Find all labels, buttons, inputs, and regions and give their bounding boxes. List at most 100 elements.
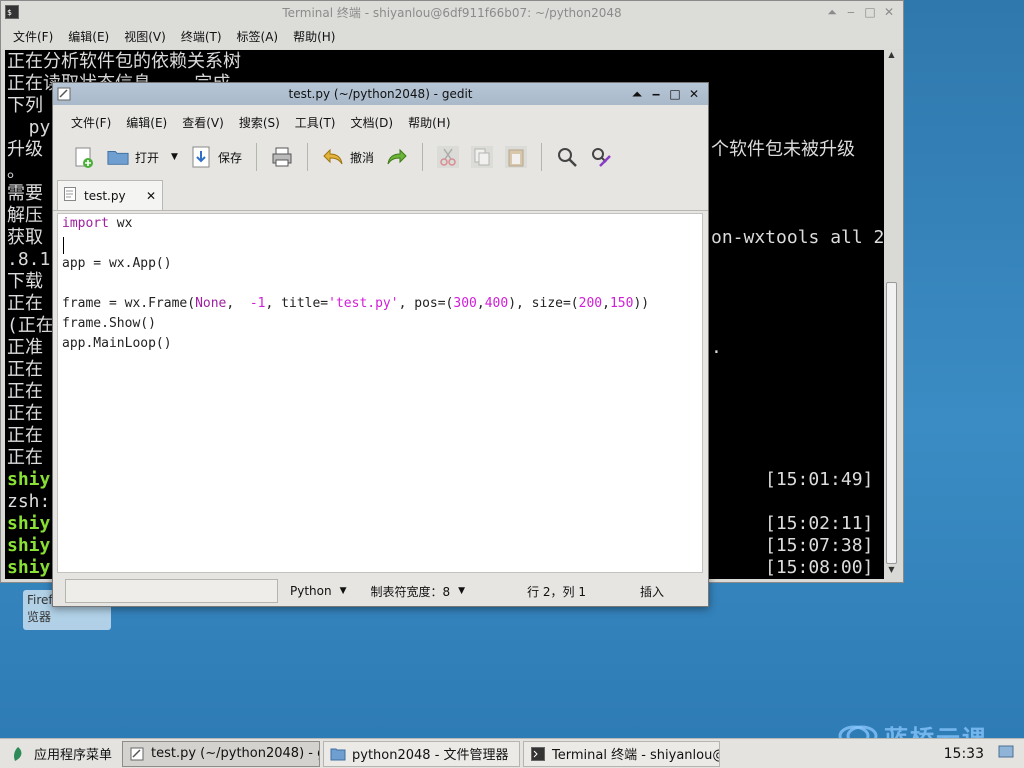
redo-icon (386, 146, 408, 168)
shade-icon[interactable]: ⏶ (824, 4, 840, 20)
open-button-label: 打开 (135, 150, 160, 165)
terminal-menu-file[interactable]: 文件(F) (13, 28, 53, 45)
gedit-menu-view[interactable]: 查看(V) (182, 114, 224, 131)
maximize-icon[interactable]: □ (667, 86, 683, 102)
system-tray: 15:33 (944, 744, 1024, 764)
minimize-icon[interactable]: ‒ (843, 4, 859, 20)
close-icon[interactable]: ✕ (881, 4, 897, 20)
scroll-up-icon[interactable]: ▲ (884, 50, 899, 64)
tab-label: test.py (84, 188, 126, 203)
copy-button[interactable] (465, 140, 499, 174)
applications-menu-button[interactable]: 应用程序菜单 (0, 744, 122, 763)
copy-icon (470, 146, 493, 168)
terminal-line: 获取 (7, 227, 43, 248)
open-recent-dropdown[interactable]: ▼ (165, 140, 184, 174)
leaf-icon (10, 746, 26, 762)
terminal-line: py (7, 117, 51, 138)
code-line: frame = wx.Frame(None, -1, title='test.p… (62, 296, 650, 311)
undo-icon (322, 146, 344, 168)
code-line: app = wx.App() (62, 256, 172, 271)
terminal-line: 正在 (7, 425, 43, 446)
toolbar-separator (306, 143, 308, 171)
terminal-line: . (711, 337, 722, 358)
scissors-icon (436, 146, 459, 168)
terminal-timestamp: [15:08:00] (765, 557, 874, 578)
paste-button[interactable] (499, 140, 533, 174)
gedit-statusbar: Python ▼ 制表符宽度：8 ▼ 行 2，列 1 插入 (53, 576, 708, 606)
terminal-timestamp: [15:07:38] (765, 535, 874, 556)
close-tab-icon[interactable]: ✕ (146, 189, 156, 203)
cut-button[interactable] (431, 140, 465, 174)
minimize-icon[interactable]: ‒ (648, 86, 664, 102)
redo-button[interactable] (380, 140, 414, 174)
gedit-window[interactable]: test.py (~/python2048) - gedit ⏶ ‒ □ ✕ 文… (52, 82, 709, 607)
open-button[interactable]: 打开 (101, 140, 165, 174)
find-replace-icon (590, 146, 612, 168)
terminal-timestamp: [15:01:49] (765, 469, 874, 490)
terminal-title: Terminal 终端 - shiyanlou@6df911f66b07: ~/… (282, 5, 622, 20)
gedit-menu-file[interactable]: 文件(F) (71, 114, 111, 131)
scrollbar-thumb[interactable] (886, 282, 897, 564)
terminal-menu-view[interactable]: 视图(V) (124, 28, 166, 45)
scroll-down-icon[interactable]: ▼ (884, 565, 899, 579)
toolbar-separator (540, 143, 542, 171)
shade-icon[interactable]: ⏶ (629, 86, 645, 102)
new-button[interactable] (67, 140, 101, 174)
code-editor[interactable]: import wx app = wx.App() frame = wx.Fram… (57, 213, 703, 573)
print-button[interactable] (265, 140, 299, 174)
tab-test-py[interactable]: test.py ✕ (57, 180, 163, 210)
terminal-menu-help[interactable]: 帮助(H) (293, 28, 335, 45)
terminal-line: .8.1 (7, 249, 51, 270)
gedit-menu-search[interactable]: 搜索(S) (239, 114, 280, 131)
save-button[interactable]: 保存 (184, 140, 248, 174)
terminal-titlebar[interactable]: $ Terminal 终端 - shiyanlou@6df911f66b07: … (1, 1, 903, 23)
terminal-app-icon: $ (5, 5, 19, 19)
gedit-menu-documents[interactable]: 文档(D) (351, 114, 394, 131)
save-button-label: 保存 (217, 150, 242, 165)
clock[interactable]: 15:33 (944, 746, 984, 762)
terminal-menu-terminal[interactable]: 终端(T) (181, 28, 222, 45)
terminal-line: 下载 (7, 271, 43, 292)
find-button[interactable] (550, 140, 584, 174)
terminal-menu-edit[interactable]: 编辑(E) (68, 28, 109, 45)
new-document-icon (73, 146, 95, 168)
terminal-prompt-line: shiy (7, 469, 51, 490)
terminal-line: 下列 (7, 95, 43, 116)
insert-mode: 插入 (640, 584, 665, 599)
text-cursor (63, 237, 64, 254)
gedit-titlebar[interactable]: test.py (~/python2048) - gedit ⏶ ‒ □ ✕ (53, 83, 708, 105)
taskbar-task-file-manager[interactable]: python2048 - 文件管理器 (323, 740, 520, 767)
terminal-line: 正在分析软件包的依赖关系树 (7, 51, 241, 72)
gedit-menu-help[interactable]: 帮助(H) (408, 114, 450, 131)
desktop-icon-label: 览器 (27, 610, 52, 624)
code-line: frame.Show() (62, 316, 156, 331)
tab-width-selector[interactable]: 制表符宽度：8 ▼ (371, 583, 466, 600)
folder-icon (330, 746, 346, 762)
terminal-scrollbar[interactable]: ▲ ▼ (884, 50, 899, 579)
taskbar-task-label: Terminal 终端 - shiyanlou@… (552, 748, 720, 763)
terminal-line: 。 (7, 161, 25, 182)
gedit-menubar: 文件(F) 编辑(E) 查看(V) 搜索(S) 工具(T) 文档(D) 帮助(H… (53, 109, 708, 135)
gedit-menu-edit[interactable]: 编辑(E) (126, 114, 167, 131)
chevron-down-icon: ▼ (171, 152, 178, 162)
close-icon[interactable]: ✕ (686, 86, 702, 102)
toolbar-separator (421, 143, 423, 171)
document-tabs: test.py ✕ (53, 180, 708, 211)
language-selector[interactable]: Python ▼ (290, 584, 347, 598)
undo-button[interactable]: 撤消 (316, 140, 380, 174)
terminal-prompt-line: shiy (7, 557, 51, 578)
taskbar-task-gedit[interactable]: test.py (~/python2048) - g… (122, 740, 320, 767)
status-message-area (65, 579, 278, 603)
terminal-menu-tabs[interactable]: 标签(A) (237, 28, 279, 45)
terminal-line: 正在 (7, 359, 43, 380)
maximize-icon[interactable]: □ (862, 4, 878, 20)
show-desktop-icon[interactable] (998, 744, 1014, 764)
gedit-menu-tools[interactable]: 工具(T) (295, 114, 336, 131)
terminal-line: zsh: (7, 491, 51, 512)
terminal-line: 正在 (7, 447, 43, 468)
toolbar-separator (255, 143, 257, 171)
terminal-line: 正准 (7, 337, 43, 358)
taskbar-task-terminal[interactable]: Terminal 终端 - shiyanlou@… (523, 740, 720, 767)
replace-button[interactable] (584, 140, 618, 174)
terminal-line: 个软件包未被升级 (711, 139, 855, 160)
